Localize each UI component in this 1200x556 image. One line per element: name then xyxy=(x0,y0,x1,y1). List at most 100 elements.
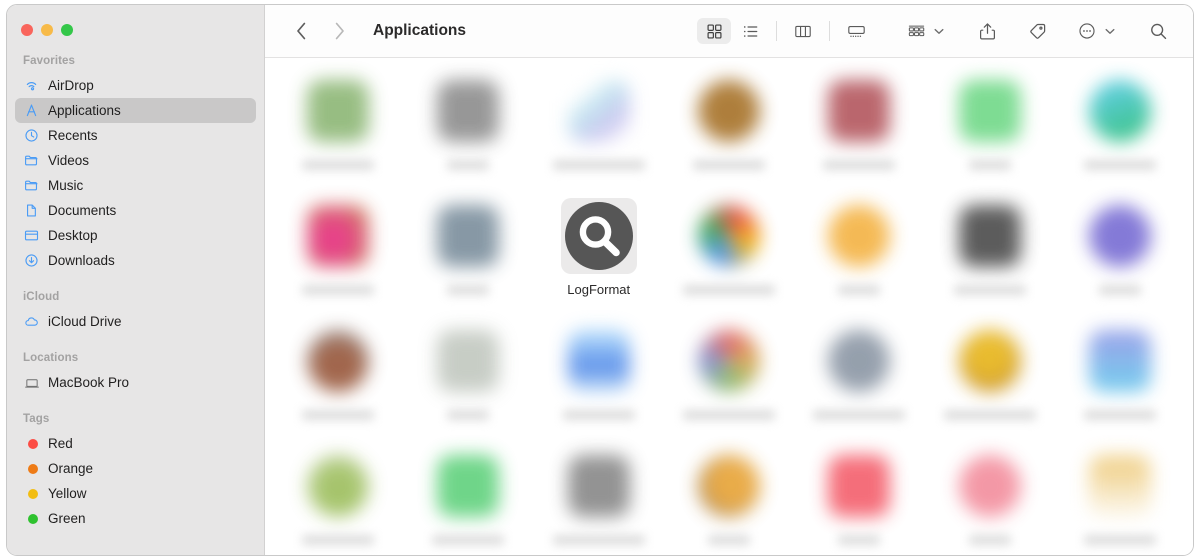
sidebar-item-icloud-drive[interactable]: iCloud Drive xyxy=(15,309,256,334)
app-label xyxy=(838,285,881,295)
app-item-logformat[interactable]: LogFormat xyxy=(534,191,664,316)
tag-icon[interactable] xyxy=(1020,18,1054,44)
sidebar-item-tag-red[interactable]: Red xyxy=(15,431,256,456)
forward-button[interactable] xyxy=(325,17,353,45)
app-item[interactable] xyxy=(273,66,403,191)
app-item[interactable] xyxy=(1055,66,1185,191)
app-icon[interactable] xyxy=(430,448,506,524)
app-icon[interactable] xyxy=(561,323,637,399)
magnifier-icon xyxy=(564,202,633,270)
app-item[interactable] xyxy=(664,316,794,441)
list-view-button[interactable] xyxy=(733,18,767,44)
sidebar-item-airdrop[interactable]: AirDrop xyxy=(15,73,256,98)
app-icon[interactable] xyxy=(952,448,1028,524)
app-label xyxy=(1083,160,1156,170)
back-button[interactable] xyxy=(287,17,315,45)
share-button[interactable] xyxy=(970,18,1004,44)
sidebar-item-label: Downloads xyxy=(48,253,115,269)
app-icon[interactable] xyxy=(300,198,376,274)
gallery-view-button[interactable] xyxy=(839,18,873,44)
app-item[interactable] xyxy=(1055,441,1185,555)
sidebar-item-downloads[interactable]: Downloads xyxy=(15,248,256,273)
app-item[interactable] xyxy=(924,316,1054,441)
app-item[interactable] xyxy=(273,191,403,316)
app-icon[interactable] xyxy=(691,323,767,399)
app-icon[interactable] xyxy=(691,73,767,149)
group-icon[interactable] xyxy=(899,18,933,44)
app-item[interactable] xyxy=(924,441,1054,555)
logformat-app-icon[interactable] xyxy=(560,198,637,274)
chevron-down-icon[interactable] xyxy=(934,28,944,35)
app-icon[interactable] xyxy=(1082,198,1158,274)
app-icon[interactable] xyxy=(561,448,637,524)
app-item[interactable] xyxy=(1055,191,1185,316)
sidebar-item-music[interactable]: Music xyxy=(15,173,256,198)
app-item[interactable] xyxy=(794,441,924,555)
sidebar-item-applications[interactable]: Applications xyxy=(15,98,256,123)
sidebar-item-videos[interactable]: Videos xyxy=(15,148,256,173)
tag-dot-icon xyxy=(23,510,40,527)
search-icon[interactable] xyxy=(1141,18,1175,44)
grid-row: LogFormat xyxy=(265,191,1193,316)
toolbar: Applications xyxy=(265,5,1193,58)
more-button[interactable] xyxy=(1070,18,1115,44)
app-item[interactable] xyxy=(794,191,924,316)
app-icon[interactable] xyxy=(691,448,767,524)
app-icon[interactable] xyxy=(1082,73,1158,149)
app-icon[interactable] xyxy=(300,73,376,149)
app-item[interactable] xyxy=(924,191,1054,316)
app-item[interactable] xyxy=(403,316,533,441)
app-icon[interactable] xyxy=(561,73,637,149)
app-icon[interactable] xyxy=(430,73,506,149)
sidebar-item-tag-orange[interactable]: Orange xyxy=(15,456,256,481)
app-item[interactable] xyxy=(664,191,794,316)
app-icon[interactable] xyxy=(952,198,1028,274)
app-icon[interactable] xyxy=(430,198,506,274)
app-item[interactable] xyxy=(924,66,1054,191)
icon-grid[interactable]: LogFormat xyxy=(265,58,1193,555)
zoom-button[interactable] xyxy=(61,24,73,36)
sidebar-item-macbook-pro[interactable]: MacBook Pro xyxy=(15,370,256,395)
app-item[interactable] xyxy=(664,441,794,555)
app-icon[interactable] xyxy=(430,323,506,399)
app-icon[interactable] xyxy=(821,323,897,399)
app-icon[interactable] xyxy=(821,73,897,149)
icon-view-button[interactable] xyxy=(697,18,731,44)
app-item[interactable] xyxy=(534,66,664,191)
ellipsis-circle-icon[interactable] xyxy=(1070,18,1104,44)
app-item[interactable] xyxy=(664,66,794,191)
app-item[interactable] xyxy=(1055,316,1185,441)
sidebar-item-desktop[interactable]: Desktop xyxy=(15,223,256,248)
column-view-button[interactable] xyxy=(786,18,820,44)
sidebar-item-recents[interactable]: Recents xyxy=(15,123,256,148)
app-item[interactable] xyxy=(273,316,403,441)
app-item[interactable] xyxy=(794,316,924,441)
app-icon[interactable] xyxy=(821,198,897,274)
app-icon[interactable] xyxy=(952,73,1028,149)
sidebar-item-tag-yellow[interactable]: Yellow xyxy=(15,481,256,506)
app-item[interactable] xyxy=(794,66,924,191)
app-icon[interactable] xyxy=(1082,323,1158,399)
minimize-button[interactable] xyxy=(41,24,53,36)
sidebar: Favorites AirDrop Applications Recents V… xyxy=(7,5,265,555)
app-label xyxy=(682,410,775,420)
chevron-down-icon[interactable] xyxy=(1105,28,1115,35)
app-icon[interactable] xyxy=(300,448,376,524)
app-icon[interactable] xyxy=(300,323,376,399)
sidebar-item-documents[interactable]: Documents xyxy=(15,198,256,223)
app-icon[interactable] xyxy=(821,448,897,524)
close-button[interactable] xyxy=(21,24,33,36)
app-icon[interactable] xyxy=(1082,448,1158,524)
app-item[interactable] xyxy=(403,191,533,316)
app-icon[interactable] xyxy=(691,198,767,274)
app-icon[interactable] xyxy=(952,323,1028,399)
app-item[interactable] xyxy=(403,66,533,191)
app-item[interactable] xyxy=(534,441,664,555)
app-item[interactable] xyxy=(273,441,403,555)
app-label xyxy=(682,285,775,295)
app-item[interactable] xyxy=(534,316,664,441)
clock-icon xyxy=(23,127,40,144)
app-item[interactable] xyxy=(403,441,533,555)
sidebar-item-tag-green[interactable]: Green xyxy=(15,506,256,531)
group-by-button[interactable] xyxy=(899,18,944,44)
